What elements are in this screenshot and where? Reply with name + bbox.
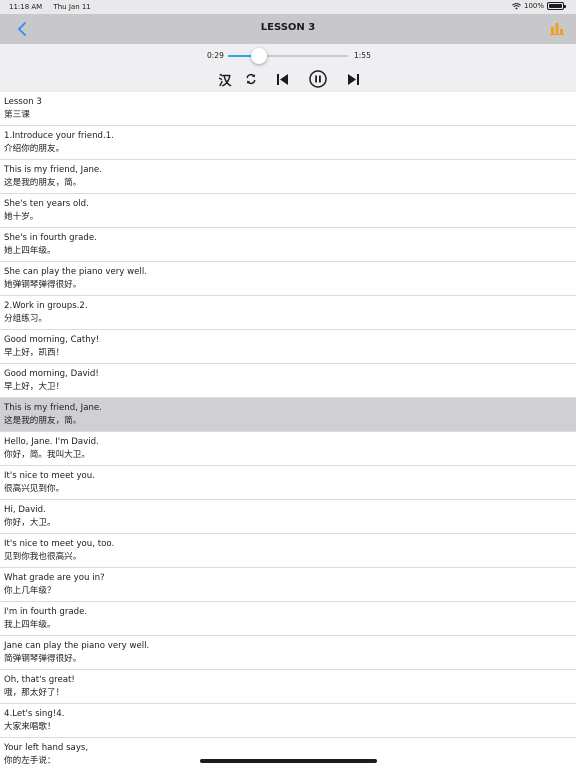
sentence-row[interactable]: 2.Work in groups.2. 分组练习。 [0,296,576,330]
sentence-row[interactable]: It's nice to meet you, too. 见到你我也很高兴。 [0,534,576,568]
wifi-icon [512,2,521,9]
sentence-english: This is my friend, Jane. [4,403,102,413]
sentence-english: Lesson 3 [4,97,42,107]
sentence-chinese: 介绍你的朋友。 [4,144,65,154]
sentence-chinese: 见到你我也很高兴。 [4,552,82,562]
sentence-row[interactable]: Lesson 3 第三课 [0,92,576,126]
sentence-chinese: 这是我的朋友，简。 [4,178,82,188]
sentence-chinese: 大家来唱歌！ [4,722,56,732]
home-indicator [200,759,377,763]
sentence-chinese: 哦，那太好了！ [4,688,65,698]
sentence-english: Good morning, Cathy! [4,335,100,345]
current-time: 0:29 [207,51,224,60]
skip-previous-icon [276,73,288,85]
chinese-toggle-button[interactable]: 汉 [216,70,234,89]
sentence-row[interactable]: Good morning, Cathy! 早上好，凯西！ [0,330,576,364]
sentence-english: I'm in fourth grade. [4,607,88,617]
total-time: 1:55 [354,51,371,60]
sentence-row[interactable]: Hi, David. 你好，大卫。 [0,500,576,534]
sentence-chinese: 你上几年级？ [4,586,56,596]
sentence-english: She's in fourth grade. [4,233,97,243]
sentence-row[interactable]: I'm in fourth grade. 我上四年级。 [0,602,576,636]
sentence-english: Hello, Jane. I'm David. [4,437,99,447]
sentence-english: Your left hand says, [4,743,89,753]
previous-button[interactable] [275,70,289,88]
sentence-chinese: 她弹钢琴弹得很好。 [4,280,82,290]
sentence-row[interactable]: She's in fourth grade. 她上四年级。 [0,228,576,262]
status-time: 11:18 AM [9,3,43,11]
sentence-chinese: 早上好，大卫！ [4,382,65,392]
sentence-row[interactable]: Good morning, David! 早上好，大卫！ [0,364,576,398]
sentence-row[interactable]: She can play the piano very well. 她弹钢琴弹得很… [0,262,576,296]
sentence-row[interactable]: 4.Let's sing!4. 大家来唱歌！ [0,704,576,738]
sentence-chinese: 简弹钢琴弹得很好。 [4,654,82,664]
sentence-row[interactable]: Oh, that's great! 哦，那太好了！ [0,670,576,704]
progress-knob[interactable] [251,48,268,64]
pause-button[interactable] [308,70,327,88]
sentence-chinese: 第三课 [4,110,30,120]
bar-chart-icon[interactable] [550,21,564,35]
sentence-chinese: 她十岁。 [4,212,39,222]
sentence-row[interactable]: This is my friend, Jane. 这是我的朋友，简。 [0,160,576,194]
sentence-list[interactable]: Lesson 3 第三课 1.Introduce your friend.1. 介绍你… [0,92,576,768]
sentence-english: Good morning, David! [4,369,99,379]
sentence-row[interactable]: Your left hand says, 你的左手说： [0,738,576,768]
sentence-english: 4.Let's sing!4. [4,709,65,719]
sentence-row[interactable]: This is my friend, Jane. 这是我的朋友，简。 [0,398,576,432]
progress-slider[interactable] [228,55,348,57]
sentence-chinese: 你好，简。我叫大卫。 [4,450,90,460]
sentence-row[interactable]: She's ten years old. 她十岁。 [0,194,576,228]
sentence-chinese: 我上四年级。 [4,620,56,630]
header: 11:18 AM Thu Jan 11 100% LESSON 3 0:29 1… [0,0,576,92]
battery-percent: 100% [523,2,544,10]
sentence-english: Oh, that's great! [4,675,75,685]
sentence-english: Jane can play the piano very well. [4,641,150,651]
sentence-english: It's nice to meet you. [4,471,95,481]
sentence-english: She can play the piano very well. [4,267,147,277]
next-button[interactable] [346,70,360,88]
status-date: Thu Jan 11 [53,3,91,11]
audio-player: 0:29 1:55 汉 [0,44,576,92]
status-bar: 11:18 AM Thu Jan 11 100% [0,0,576,14]
sentence-english: She's ten years old. [4,199,89,209]
sentence-english: This is my friend, Jane. [4,165,102,175]
battery-icon [547,2,566,10]
sentence-row[interactable]: Jane can play the piano very well. 简弹钢琴弹得… [0,636,576,670]
sentence-english: 1.Introduce your friend.1. [4,131,114,141]
sentence-chinese: 早上好，凯西！ [4,348,65,358]
sentence-english: What grade are you in? [4,573,105,583]
sentence-chinese: 很高兴见到你。 [4,484,65,494]
pause-circle-icon [308,70,327,88]
sentence-row[interactable]: Hello, Jane. I'm David. 你好，简。我叫大卫。 [0,432,576,466]
sentence-chinese: 你好，大卫。 [4,518,56,528]
nav-bar: LESSON 3 [0,14,576,44]
repeat-icon [246,74,256,84]
sentence-english: 2.Work in groups.2. [4,301,88,311]
sentence-row[interactable]: 1.Introduce your friend.1. 介绍你的朋友。 [0,126,576,160]
sentence-row[interactable]: It's nice to meet you. 很高兴见到你。 [0,466,576,500]
sentence-chinese: 分组练习。 [4,314,47,324]
sentence-english: Hi, David. [4,505,46,515]
skip-next-icon [347,73,359,85]
sentence-english: It's nice to meet you, too. [4,539,115,549]
sentence-chinese: 这是我的朋友，简。 [4,416,82,426]
sentence-chinese: 她上四年级。 [4,246,56,256]
page-title: LESSON 3 [260,22,316,33]
sentence-row[interactable]: What grade are you in? 你上几年级？ [0,568,576,602]
repeat-button[interactable] [244,70,258,88]
